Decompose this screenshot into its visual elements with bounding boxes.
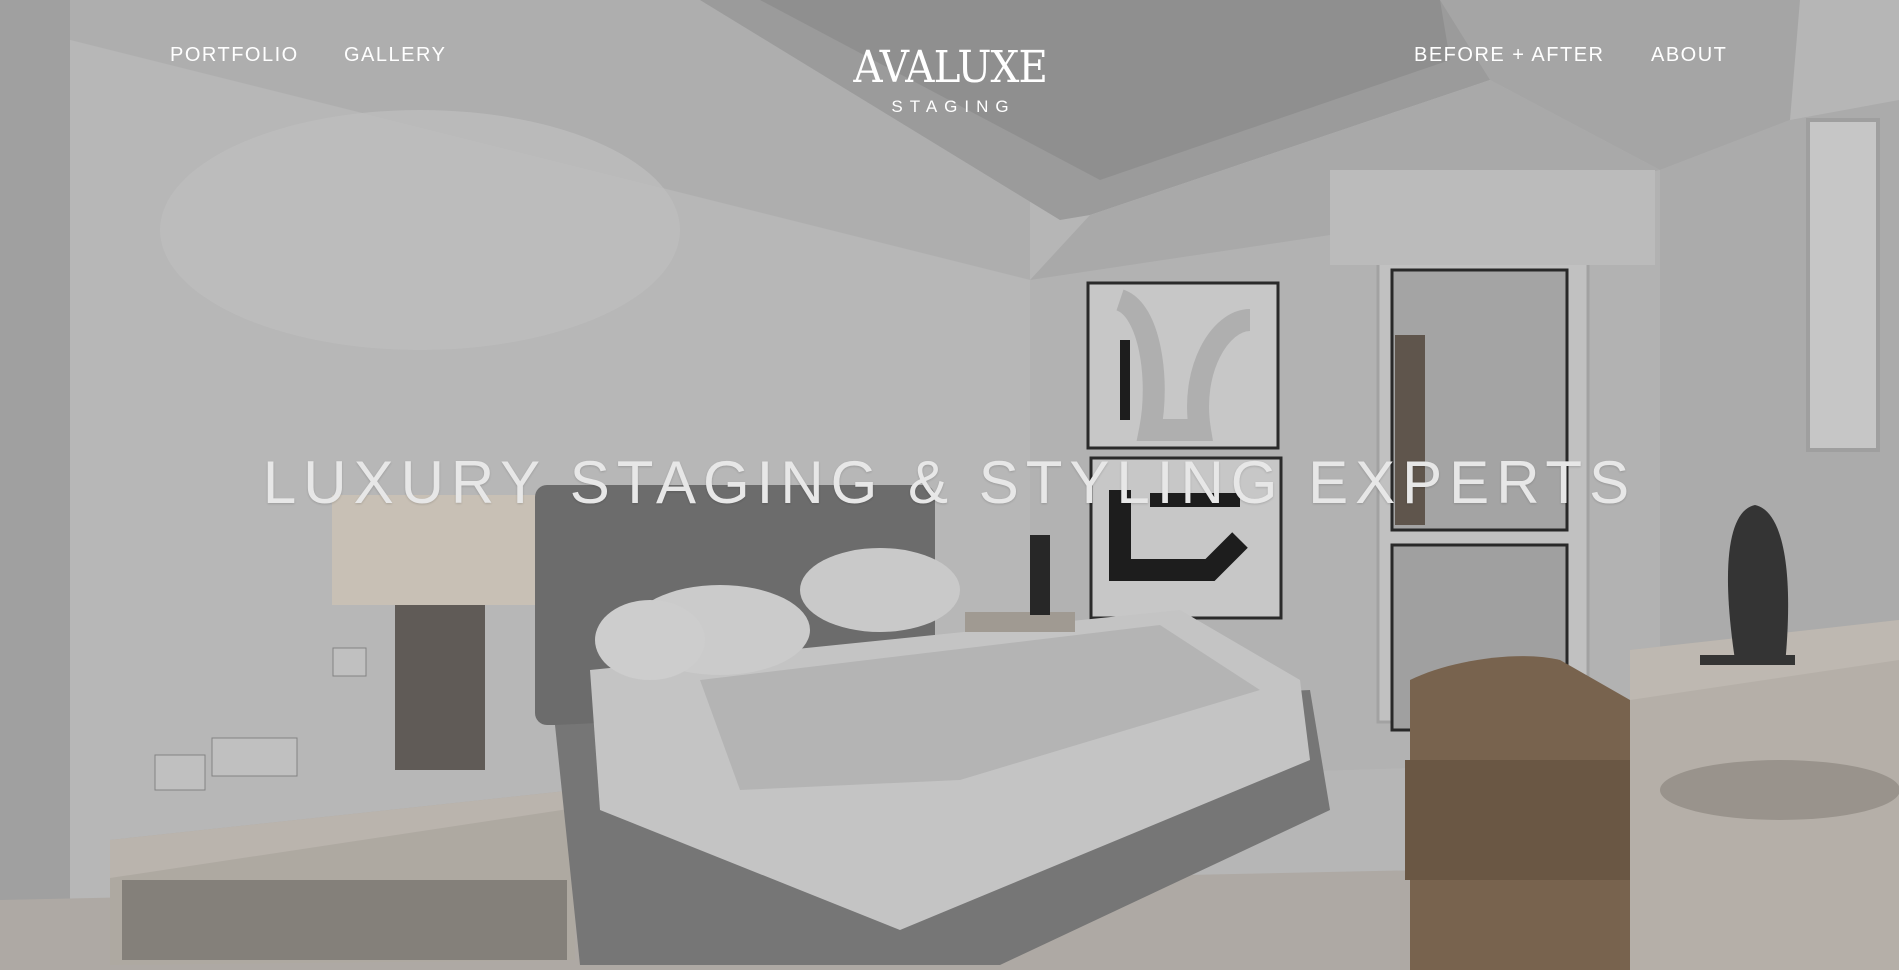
hero-section: PORTFOLIO GALLERY AVALUXE STAGING BEFORE… — [0, 0, 1899, 970]
logo-subtitle: STAGING — [891, 97, 1016, 116]
nav-link-before-after[interactable]: BEFORE + AFTER — [1414, 43, 1604, 67]
nav-link-portfolio[interactable]: PORTFOLIO — [170, 43, 299, 67]
nav-link-about[interactable]: ABOUT — [1651, 43, 1727, 67]
top-navigation: PORTFOLIO GALLERY AVALUXE STAGING BEFORE… — [0, 0, 1899, 117]
hero-headline: LUXURY STAGING & STYLING EXPERTS — [262, 449, 1637, 516]
logo[interactable]: AVALUXE STAGING — [845, 43, 1055, 117]
logo-wordmark: AVALUXE — [853, 42, 1048, 93]
nav-link-gallery[interactable]: GALLERY — [344, 43, 446, 67]
